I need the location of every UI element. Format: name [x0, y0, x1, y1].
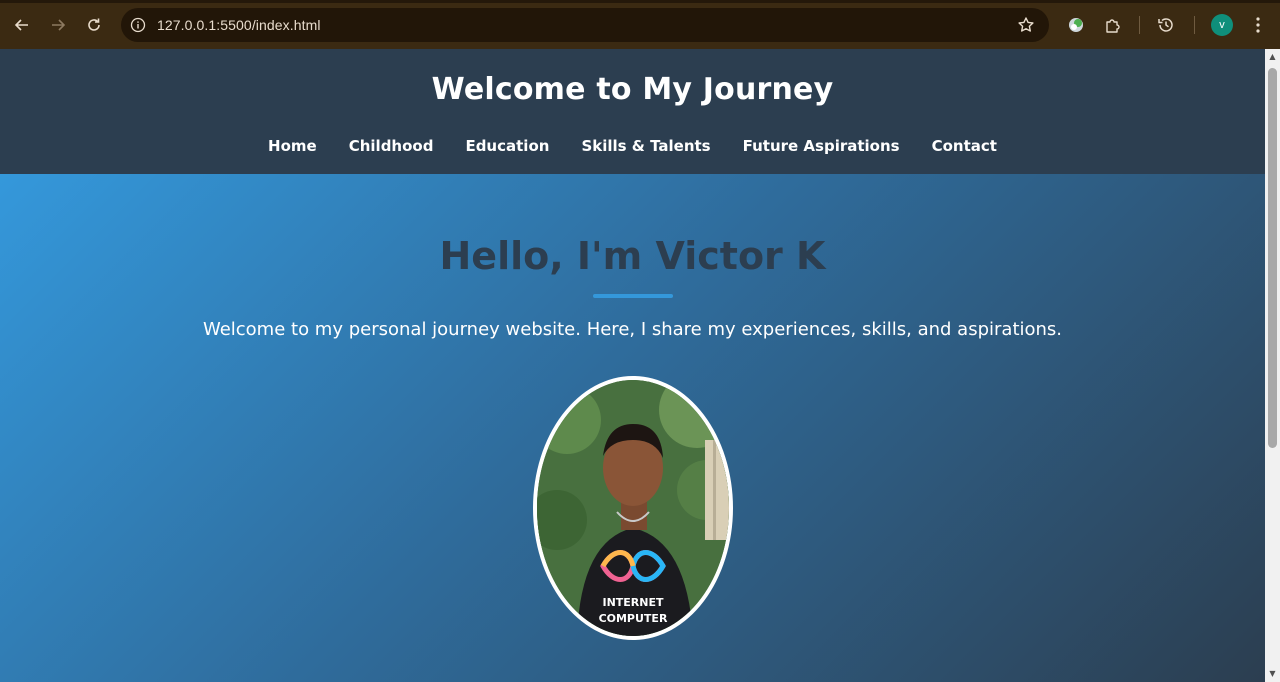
chrome-extension-icon[interactable] [1066, 15, 1086, 35]
scroll-down-arrow-icon[interactable]: ▼ [1268, 670, 1277, 678]
nav-link-home[interactable]: Home [268, 137, 317, 155]
site-header: Welcome to My Journey Home Childhood Edu… [0, 49, 1265, 174]
nav-link-contact[interactable]: Contact [932, 137, 997, 155]
tab-strip-edge [0, 0, 1280, 3]
heading-underline [593, 294, 673, 298]
scroll-up-arrow-icon[interactable]: ▲ [1268, 53, 1277, 61]
address-bar[interactable]: 127.0.0.1:5500/index.html [121, 8, 1049, 42]
profile-photo: INTERNET COMPUTER [533, 376, 733, 640]
url-text[interactable]: 127.0.0.1:5500/index.html [157, 17, 321, 33]
hero-section: Hello, I'm Victor K Welcome to my person… [0, 174, 1265, 682]
shirt-text-line-2: COMPUTER [599, 612, 668, 625]
info-icon[interactable] [130, 17, 146, 33]
shirt-text-line-1: INTERNET [602, 596, 664, 609]
profile-avatar[interactable]: v [1211, 14, 1233, 36]
page-scrollbar[interactable]: ▲ ▼ [1265, 49, 1280, 682]
history-icon[interactable] [1156, 15, 1176, 35]
page-viewport: Welcome to My Journey Home Childhood Edu… [0, 49, 1265, 682]
reload-icon[interactable] [82, 13, 106, 37]
site-nav: Home Childhood Education Skills & Talent… [0, 137, 1265, 155]
star-icon[interactable] [1017, 16, 1035, 34]
puzzle-icon[interactable] [1103, 15, 1123, 35]
hero-heading: Hello, I'm Victor K [439, 234, 826, 278]
nav-link-future-aspirations[interactable]: Future Aspirations [743, 137, 900, 155]
site-title: Welcome to My Journey [431, 72, 834, 107]
hero-intro-text: Welcome to my personal journey website. … [202, 319, 1063, 340]
nav-link-childhood[interactable]: Childhood [349, 137, 434, 155]
scrollbar-thumb[interactable] [1268, 68, 1277, 448]
toolbar-separator [1139, 16, 1140, 34]
toolbar-separator [1194, 16, 1195, 34]
kebab-menu-icon[interactable] [1248, 15, 1268, 35]
forward-arrow-icon[interactable] [46, 13, 70, 37]
browser-toolbar: 127.0.0.1:5500/index.html v [0, 0, 1280, 49]
back-arrow-icon[interactable] [10, 13, 34, 37]
nav-link-skills-talents[interactable]: Skills & Talents [581, 137, 710, 155]
nav-link-education[interactable]: Education [465, 137, 549, 155]
